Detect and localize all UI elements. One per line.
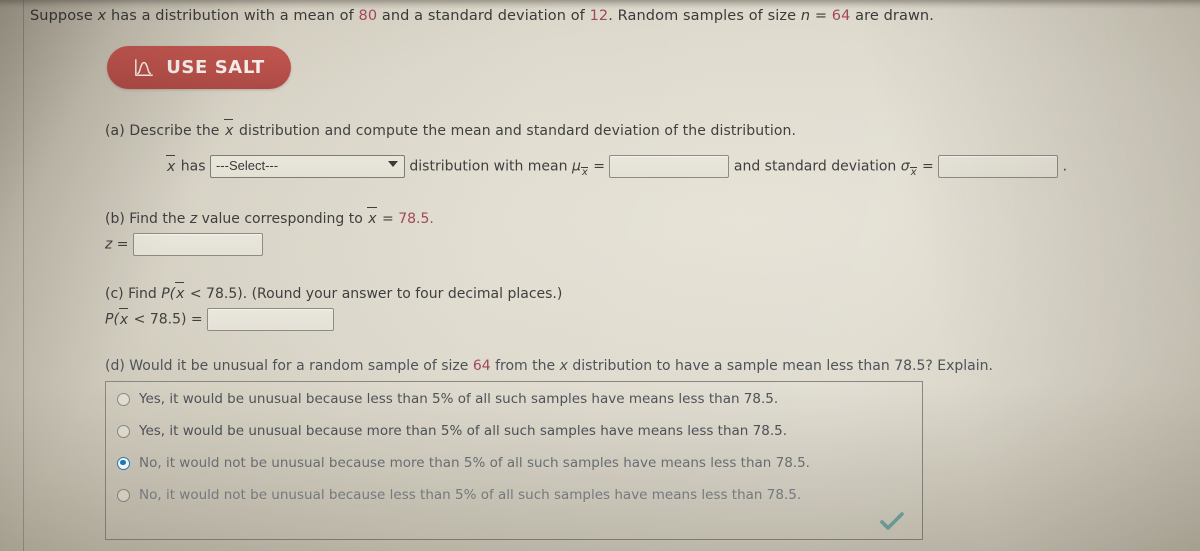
part-a-label-tail: distribution and compute the mean and st… — [239, 123, 797, 139]
option-row-1[interactable]: Yes, it would be unusual because more th… — [117, 423, 787, 439]
radio-icon-2[interactable] — [117, 456, 130, 470]
part-c-label-rest: < 78.5). (Round your answer to four deci… — [189, 286, 563, 302]
part-a-answer-row: x has ---Select--- distribution with mea… — [166, 154, 1068, 178]
part-c-label: (c) Find — [105, 286, 157, 302]
chevron-down-icon — [387, 161, 398, 167]
normal-curve-icon — [133, 58, 155, 78]
std-dev-input[interactable] — [938, 155, 1059, 178]
option-row-3[interactable]: No, it would not be unusual because less… — [117, 487, 801, 503]
part-b-prompt: (b) Find the z value corresponding to x … — [105, 207, 434, 227]
part-a-mean-prefix: distribution with mean — [409, 158, 568, 175]
part-c-p-open: P( — [161, 286, 176, 302]
probability-input[interactable] — [207, 308, 335, 331]
part-b-z-var: z — [189, 211, 198, 227]
part-c-answer-row: P(x < 78.5) = — [105, 307, 335, 331]
distribution-select[interactable]: ---Select--- — [209, 155, 405, 178]
radio-icon-0[interactable] — [117, 392, 130, 406]
screenshot-root: Suppose x has a distribution with a mean… — [0, 0, 1200, 551]
distribution-select-value: ---Select--- — [215, 158, 279, 173]
part-a-trailing-period: . — [1062, 158, 1068, 175]
part-b-xbar-value: 78.5. — [398, 211, 434, 227]
part-a-xbar-symbol: x — [224, 119, 234, 139]
part-d-label-mid: from the — [495, 358, 556, 374]
stmt-sd-value: 12 — [589, 8, 609, 24]
part-a-mean-equals: = — [593, 158, 605, 175]
mu-subscript-xbar: x — [580, 166, 588, 178]
part-c-xbar-symbol: x — [175, 282, 185, 302]
part-a-sd-prefix: and standard deviation — [733, 158, 897, 175]
option-label-0: Yes, it would be unusual because less th… — [139, 391, 779, 407]
exercise-content: Suppose x has a distribution with a mean… — [0, 0, 1200, 551]
part-d-sample-size: 64 — [472, 358, 491, 374]
mu-symbol: μ — [571, 158, 581, 175]
stmt-seg-2: and a standard deviation of — [377, 8, 590, 24]
option-row-2[interactable]: No, it would not be unusual because more… — [117, 455, 810, 471]
part-b-z-equals-label: z = — [105, 236, 129, 253]
part-d-prompt: (d) Would it be unusual for a random sam… — [105, 358, 993, 374]
part-d-x-var: x — [559, 358, 568, 374]
part-c-prompt: (c) Find P(x < 78.5). (Round your answer… — [105, 282, 563, 302]
problem-statement: Suppose x has a distribution with a mean… — [30, 8, 934, 24]
option-label-2: No, it would not be unusual because more… — [139, 455, 810, 471]
radio-icon-1[interactable] — [117, 424, 130, 438]
stmt-mean-value: 80 — [358, 8, 378, 24]
option-label-3: No, it would not be unusual because less… — [139, 487, 802, 503]
option-label-1: Yes, it would be unusual because more th… — [139, 423, 788, 439]
use-salt-button[interactable]: USE SALT — [107, 46, 291, 89]
stmt-seg-4: = — [810, 8, 832, 24]
sigma-subscript-xbar: x — [909, 166, 917, 178]
part-a-label: (a) Describe the — [105, 123, 220, 139]
stmt-var-x: x — [97, 8, 107, 24]
part-b-label-mid: value corresponding to — [201, 211, 363, 227]
checkmark-icon — [878, 509, 906, 533]
part-c-answer-p-open: P( — [105, 311, 119, 328]
part-b-answer-row: z = — [105, 233, 263, 256]
part-a-prompt: (a) Describe the x distribution and comp… — [105, 119, 797, 139]
part-b-xbar-symbol: x — [367, 207, 377, 227]
use-salt-label: USE SALT — [166, 57, 265, 78]
stmt-seg-0: Suppose — [30, 8, 98, 24]
part-a-row-xbar: x — [166, 154, 176, 175]
stmt-sample-size: 64 — [831, 8, 851, 24]
stmt-var-n: n — [800, 8, 811, 24]
sigma-symbol: σ — [900, 158, 910, 175]
part-c-answer-rest: < 78.5) = — [133, 311, 203, 328]
part-c-answer-xbar: x — [118, 307, 129, 328]
part-a-has-label: has — [180, 158, 206, 175]
stmt-seg-1: has a distribution with a mean of — [106, 8, 359, 24]
option-row-0[interactable]: Yes, it would be unusual because less th… — [117, 391, 778, 407]
mean-input[interactable] — [609, 155, 730, 178]
part-b-label: (b) Find the — [105, 211, 186, 227]
part-d-options-group: Yes, it would be unusual because less th… — [105, 381, 923, 540]
stmt-seg-3: . Random samples of size — [608, 8, 801, 24]
part-a-sd-equals: = — [922, 158, 934, 175]
part-d-label-tail: distribution to have a sample mean less … — [572, 358, 993, 374]
stmt-seg-5: are drawn. — [850, 8, 934, 24]
radio-icon-3[interactable] — [117, 488, 130, 502]
part-b-equals: = — [382, 211, 394, 227]
z-value-input[interactable] — [132, 233, 263, 256]
part-d-label: (d) Would it be unusual for a random sam… — [105, 358, 469, 374]
